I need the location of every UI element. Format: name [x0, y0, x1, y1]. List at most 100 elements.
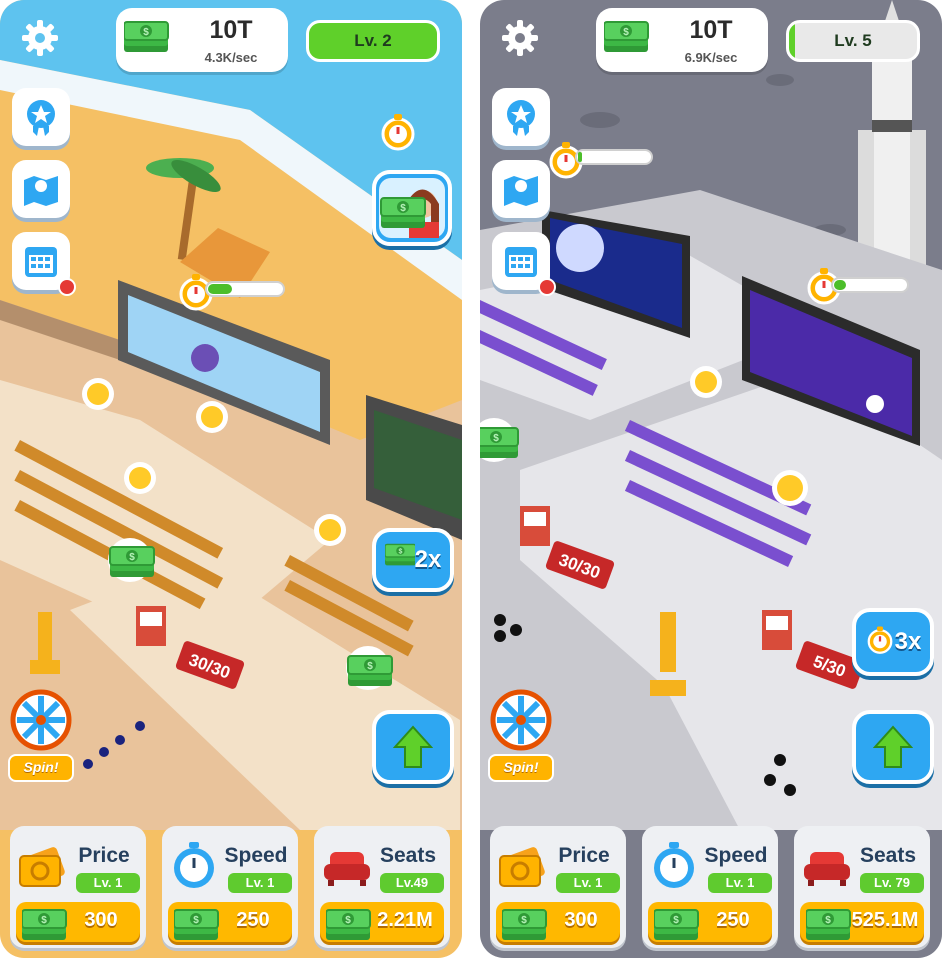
calendar-button[interactable] — [12, 232, 76, 296]
upgrade-card-seats[interactable]: Seats Lv. 79 525.1M — [794, 826, 930, 948]
card-level: Lv.49 — [380, 873, 444, 893]
buy-price: 300 — [564, 909, 598, 931]
emoji-crying — [314, 514, 346, 546]
card-level: Lv. 1 — [556, 873, 620, 893]
card-level: Lv. 1 — [708, 873, 772, 893]
buy-price: 250 — [716, 909, 750, 931]
card-title: Speed — [224, 844, 288, 867]
stopwatch-icon — [174, 842, 214, 888]
card-level: Lv. 79 — [860, 873, 924, 893]
money-display: 10T 6.9K/sec — [596, 8, 768, 72]
ticket-booth — [136, 606, 166, 646]
level-progress-pill[interactable]: Lv. 5 — [786, 20, 920, 62]
progress-timer — [575, 149, 653, 165]
buy-price: 250 — [236, 909, 270, 931]
cash-icon — [124, 21, 169, 53]
income-rate: 4.3K/sec — [204, 50, 258, 65]
cash-icon — [326, 909, 371, 941]
manager-avatar — [379, 178, 445, 238]
emoji-heart-eyes — [690, 366, 722, 398]
stopwatch-icon — [654, 842, 694, 888]
ticket-icon — [19, 847, 65, 887]
moon-cinema-scene: 30/30 5/30 — [480, 0, 942, 958]
boost-2x-button[interactable]: 2x — [372, 528, 454, 592]
upgrade-card-price[interactable]: Price Lv. 1 300 — [10, 826, 146, 948]
up-arrow-icon — [393, 725, 433, 768]
upgrade-card-price[interactable]: Price Lv. 1 300 — [490, 826, 626, 948]
boost-3x-button[interactable]: 3x — [852, 608, 934, 676]
card-level: Lv. 1 — [228, 873, 292, 893]
money-amount: 10T — [209, 16, 253, 44]
manager-offer-button[interactable] — [372, 170, 452, 246]
emoji-laughing — [196, 401, 228, 433]
upgrade-card-speed[interactable]: Speed Lv. 1 250 — [642, 826, 778, 948]
calendar-button[interactable] — [492, 232, 556, 296]
card-title: Seats — [379, 844, 437, 867]
money-display: 10T 4.3K/sec — [116, 8, 288, 72]
spin-label: Spin! — [8, 754, 74, 782]
boost-multiplier: 2x — [414, 546, 442, 573]
up-arrow-icon — [873, 725, 913, 768]
spin-wheel-icon — [10, 689, 72, 751]
card-title: Price — [558, 844, 610, 867]
seat-icon — [324, 852, 370, 886]
buy-button[interactable]: 300 — [16, 902, 140, 942]
upgrade-card-speed[interactable]: Speed Lv. 1 250 — [162, 826, 298, 948]
buy-button[interactable]: 525.1M — [800, 902, 924, 942]
spin-label: Spin! — [488, 754, 554, 782]
spin-wheel-button[interactable]: Spin! — [8, 686, 74, 782]
buy-button[interactable]: 300 — [496, 902, 620, 942]
achievements-button[interactable] — [12, 88, 70, 146]
map-button[interactable] — [492, 160, 550, 218]
card-title: Speed — [704, 844, 768, 867]
card-title: Price — [78, 844, 130, 867]
calendar-icon — [505, 247, 537, 277]
ticket-icon — [499, 847, 545, 887]
right-game-screen: 30/30 5/30 10T 6.9K/sec Lv. 5 3x Spin! P… — [480, 0, 942, 958]
settings-gear-button[interactable] — [500, 18, 540, 58]
income-rate: 6.9K/sec — [684, 50, 738, 65]
notification-dot — [58, 278, 76, 296]
achievements-button[interactable] — [492, 88, 550, 146]
cash-icon — [806, 909, 851, 941]
gear-icon — [502, 20, 538, 56]
buy-price: 525.1M — [851, 909, 919, 931]
award-icon — [27, 100, 55, 136]
level-label: Lv. 5 — [834, 31, 872, 50]
level-label: Lv. 2 — [354, 31, 392, 50]
seat-icon — [804, 852, 850, 886]
beach-cinema-scene: 30/30 — [0, 0, 462, 958]
buy-price: 300 — [84, 909, 118, 931]
progress-timer — [831, 277, 909, 293]
cash-icon — [502, 909, 547, 941]
upgrade-arrow-button[interactable] — [372, 710, 454, 784]
spin-wheel-icon — [490, 689, 552, 751]
calendar-icon — [25, 247, 57, 277]
cash-icon — [384, 543, 415, 567]
cash-icon — [174, 909, 219, 941]
boost-multiplier: 3x — [894, 628, 922, 655]
buy-button[interactable]: 250 — [648, 902, 772, 942]
buy-button[interactable]: 2.21M — [320, 902, 444, 942]
buy-button[interactable]: 250 — [168, 902, 292, 942]
map-button[interactable] — [12, 160, 70, 218]
spin-wheel-button[interactable]: Spin! — [488, 686, 554, 782]
emoji-crying — [82, 378, 114, 410]
card-title: Seats — [859, 844, 917, 867]
emoji-laughing — [772, 470, 808, 506]
cash-icon — [22, 909, 67, 941]
notification-dot — [538, 278, 556, 296]
upgrade-card-seats[interactable]: Seats Lv.49 2.21M — [314, 826, 450, 948]
money-amount: 10T — [689, 16, 733, 44]
left-game-screen: 30/30 10T 4.3K/sec Lv. 2 2x Spin! Price … — [0, 0, 462, 958]
level-progress-pill[interactable]: Lv. 2 — [306, 20, 440, 62]
map-icon — [504, 176, 538, 206]
cash-icon — [604, 21, 649, 53]
stopwatch-icon — [867, 625, 893, 654]
upgrade-arrow-button[interactable] — [852, 710, 934, 784]
map-icon — [24, 176, 58, 206]
award-icon — [507, 100, 535, 136]
card-level: Lv. 1 — [76, 873, 140, 893]
buy-price: 2.21M — [377, 909, 433, 931]
settings-gear-button[interactable] — [20, 18, 60, 58]
